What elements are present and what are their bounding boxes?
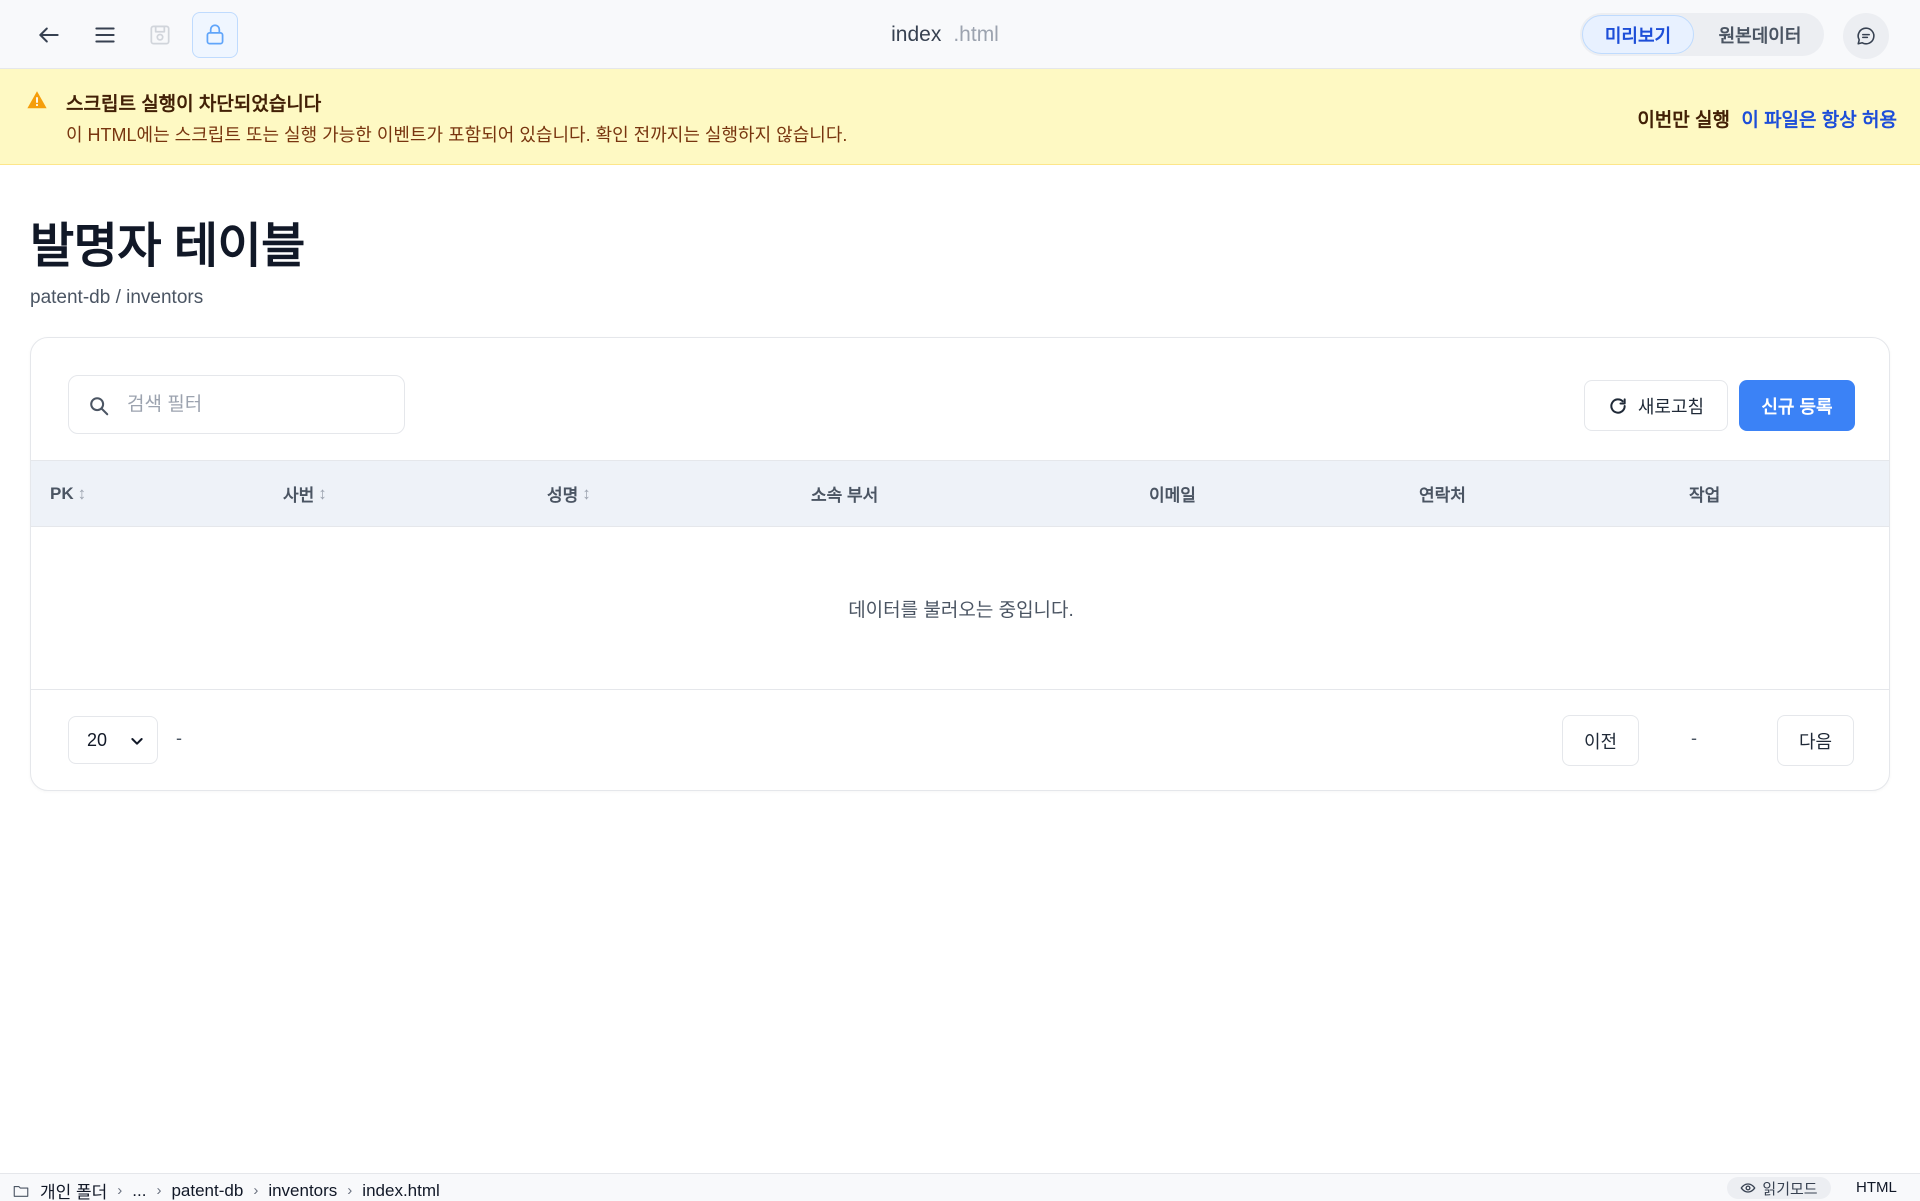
page-size-value: 20 <box>87 729 108 750</box>
chevron-right-icon: › <box>347 1182 353 1199</box>
page-indicator: - <box>1691 728 1697 748</box>
warning-icon <box>27 91 47 109</box>
file-path: 개인 폴더 › ... › patent-db › inventors › in… <box>12 1178 440 1201</box>
chevron-right-icon: › <box>253 1182 259 1199</box>
path-segment[interactable]: 개인 폴더 <box>40 1178 107 1201</box>
column-header-actions: 작업 <box>1689 461 1720 526</box>
new-entry-button[interactable]: 신규 등록 <box>1739 380 1855 431</box>
path-segment[interactable]: patent-db <box>171 1181 243 1201</box>
sort-icon: ↕ <box>318 483 327 503</box>
lock-button[interactable] <box>192 12 238 58</box>
run-once-button[interactable]: 이번만 실행 <box>1560 105 1730 132</box>
table-card: 새로고침 신규 등록 PK↕ 사번↕ 성명↕ 소속 부서 이메일 연락처 작업 … <box>30 337 1890 791</box>
eye-icon <box>1740 1183 1756 1193</box>
folder-icon <box>13 1185 29 1197</box>
search-icon <box>90 397 109 416</box>
column-header-phone: 연락처 <box>1419 461 1466 526</box>
sort-icon: ↕ <box>582 483 591 503</box>
column-header-department: 소속 부서 <box>811 461 878 526</box>
path-segment[interactable]: inventors <box>268 1181 337 1201</box>
source-tab[interactable]: 원본데이터 <box>1700 15 1820 54</box>
view-mode-toggle: 미리보기 원본데이터 <box>1580 13 1824 56</box>
column-label: 이메일 <box>1149 486 1196 505</box>
save-disk-icon <box>150 25 170 45</box>
arrow-left-icon <box>39 27 59 43</box>
search-box <box>68 375 405 434</box>
read-mode-label: 읽기모드 <box>1762 1180 1818 1198</box>
column-header-employee-id[interactable]: 사번 ↕ <box>283 461 327 526</box>
chevron-right-icon: › <box>156 1182 162 1199</box>
refresh-label: 새로고침 <box>1637 396 1705 417</box>
refresh-icon <box>1610 397 1626 414</box>
column-label: 연락처 <box>1419 486 1466 505</box>
breadcrumb: patent-db / inventors <box>30 287 204 308</box>
path-segment[interactable]: ... <box>132 1181 146 1201</box>
sort-icon: ↕ <box>77 483 87 503</box>
column-label: PK <box>50 483 74 503</box>
save-button[interactable] <box>137 12 183 58</box>
language-indicator[interactable]: HTML <box>1856 1179 1897 1196</box>
chevron-down-icon <box>131 738 143 745</box>
chat-bubble-icon <box>1857 27 1875 45</box>
preview-tab[interactable]: 미리보기 <box>1582 15 1694 54</box>
page-title: 발명자 테이블 <box>30 220 305 273</box>
pagination-range: - <box>176 728 182 748</box>
next-page-button[interactable]: 다음 <box>1777 715 1854 766</box>
column-header-email: 이메일 <box>1149 461 1196 526</box>
comment-button[interactable] <box>1843 13 1889 59</box>
column-header-pk[interactable]: PK ↕ <box>50 461 86 526</box>
column-label: 성명 <box>547 486 579 505</box>
refresh-button[interactable]: 새로고침 <box>1584 380 1728 431</box>
menu-button[interactable] <box>82 12 128 58</box>
column-label: 작업 <box>1689 486 1721 505</box>
column-label: 소속 부서 <box>811 486 879 505</box>
back-button[interactable] <box>26 12 72 58</box>
search-input[interactable] <box>127 386 387 424</box>
filename-text: index <box>891 22 942 46</box>
loading-message: 데이터를 불러오는 중입니다. <box>31 527 1889 690</box>
prev-page-button[interactable]: 이전 <box>1562 715 1639 766</box>
chevron-right-icon: › <box>117 1182 123 1199</box>
top-toolbar: index .html 미리보기 원본데이터 <box>0 0 1920 69</box>
always-allow-button[interactable]: 이 파일은 항상 허용 <box>1735 105 1897 132</box>
filename-extension: .html <box>953 22 999 46</box>
script-blocked-banner: 스크립트 실행이 차단되었습니다 이 HTML에는 스크립트 또는 실행 가능한… <box>0 69 1920 165</box>
status-bar: 개인 폴더 › ... › patent-db › inventors › in… <box>0 1173 1920 1201</box>
column-label: 사번 <box>283 486 315 505</box>
page-size-select[interactable]: 20 <box>68 716 158 764</box>
lock-icon <box>206 24 224 45</box>
hamburger-menu-icon <box>95 27 115 43</box>
banner-title: 스크립트 실행이 차단되었습니다 <box>66 94 322 115</box>
banner-message: 이 HTML에는 스크립트 또는 실행 가능한 이벤트가 포함되어 있습니다. … <box>66 125 848 145</box>
path-segment[interactable]: index.html <box>362 1181 439 1201</box>
read-mode-toggle[interactable]: 읽기모드 <box>1727 1177 1831 1199</box>
column-header-name[interactable]: 성명 ↕ <box>547 461 591 526</box>
table-header: PK ↕ 사번 ↕ 성명 ↕ 소속 부서 이메일 연락처 작업 <box>31 460 1889 527</box>
